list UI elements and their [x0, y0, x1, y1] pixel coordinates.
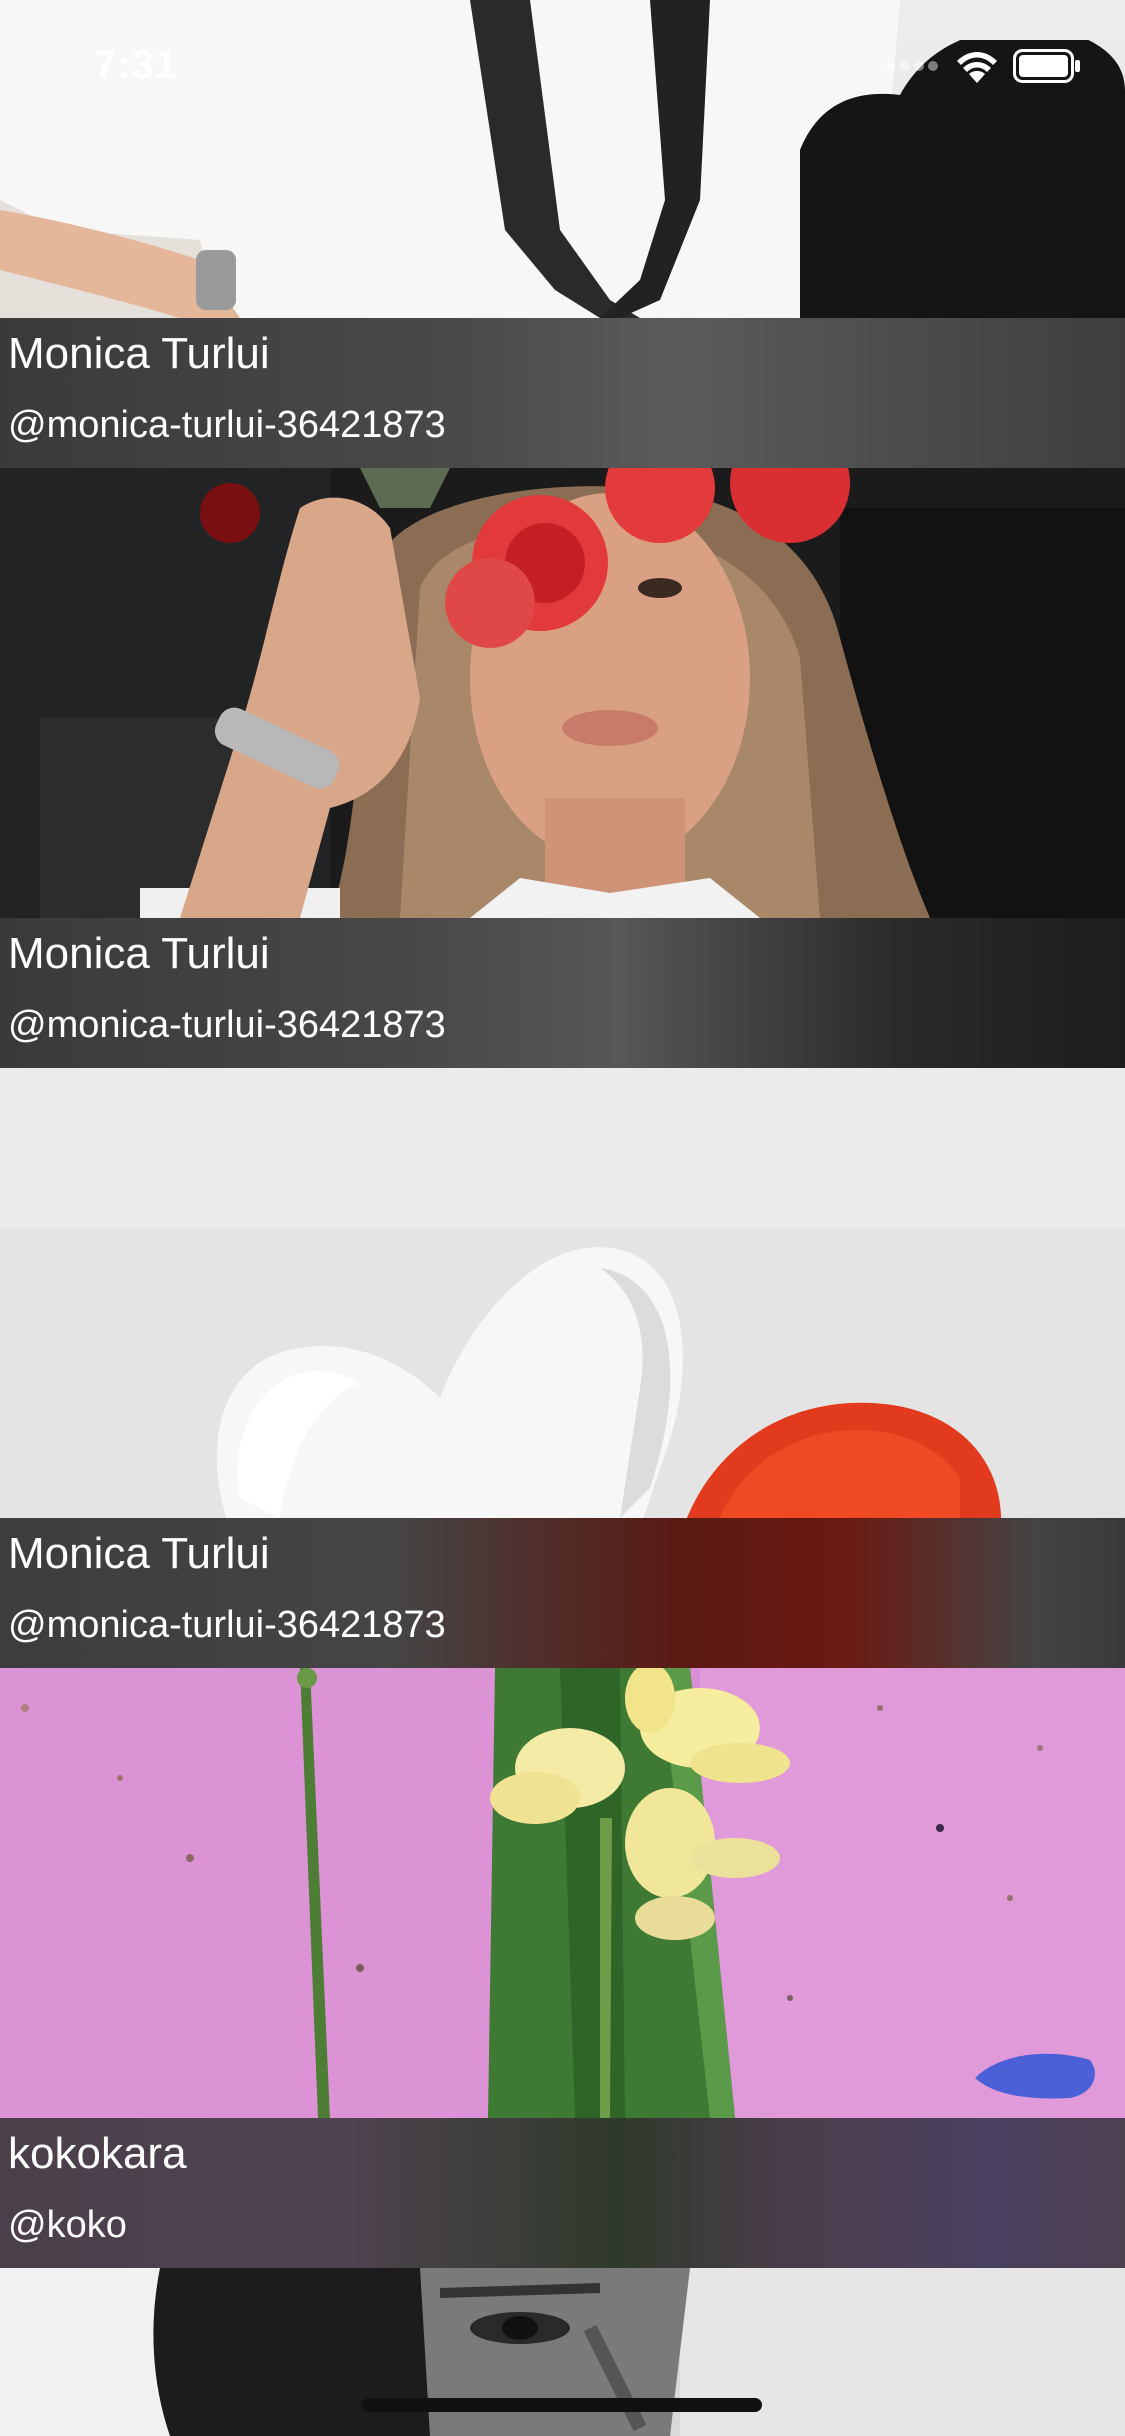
- card-caption: kokokara @koko: [0, 2118, 1125, 2268]
- card-caption: Monica Turlui @monica-turlui-36421873: [0, 318, 1125, 468]
- author-handle: @monica-turlui-36421873: [8, 1604, 446, 1646]
- battery-icon: [1013, 48, 1081, 88]
- status-bar: 7:31: [0, 0, 1125, 132]
- card-photo: [0, 1068, 1125, 1518]
- author-name: Monica Turlui: [8, 329, 270, 378]
- author-handle: @koko: [8, 2204, 127, 2246]
- photo-feed[interactable]: Monica Turlui @monica-turlui-36421873 Mo…: [0, 0, 1125, 2436]
- card-photo: [0, 468, 1125, 918]
- status-icons: [885, 48, 1081, 88]
- author-handle: @monica-turlui-36421873: [8, 404, 446, 446]
- photo-card[interactable]: Monica Turlui @monica-turlui-36421873: [0, 1068, 1125, 1668]
- photo-card[interactable]: kokokara @koko: [0, 1668, 1125, 2268]
- card-caption: Monica Turlui @monica-turlui-36421873: [0, 918, 1125, 1068]
- status-time: 7:31: [94, 43, 179, 87]
- author-name: Monica Turlui: [8, 929, 270, 978]
- card-photo: [0, 1668, 1125, 2118]
- author-handle: @monica-turlui-36421873: [8, 1004, 446, 1046]
- photo-card[interactable]: Monica Turlui @monica-turlui-36421873: [0, 468, 1125, 1068]
- author-name: kokokara: [8, 2129, 187, 2178]
- wifi-icon: [955, 49, 999, 88]
- author-name: Monica Turlui: [8, 1529, 270, 1578]
- home-indicator[interactable]: [362, 2398, 762, 2412]
- signal-dots-icon: [885, 59, 941, 77]
- card-caption: Monica Turlui @monica-turlui-36421873: [0, 1518, 1125, 1668]
